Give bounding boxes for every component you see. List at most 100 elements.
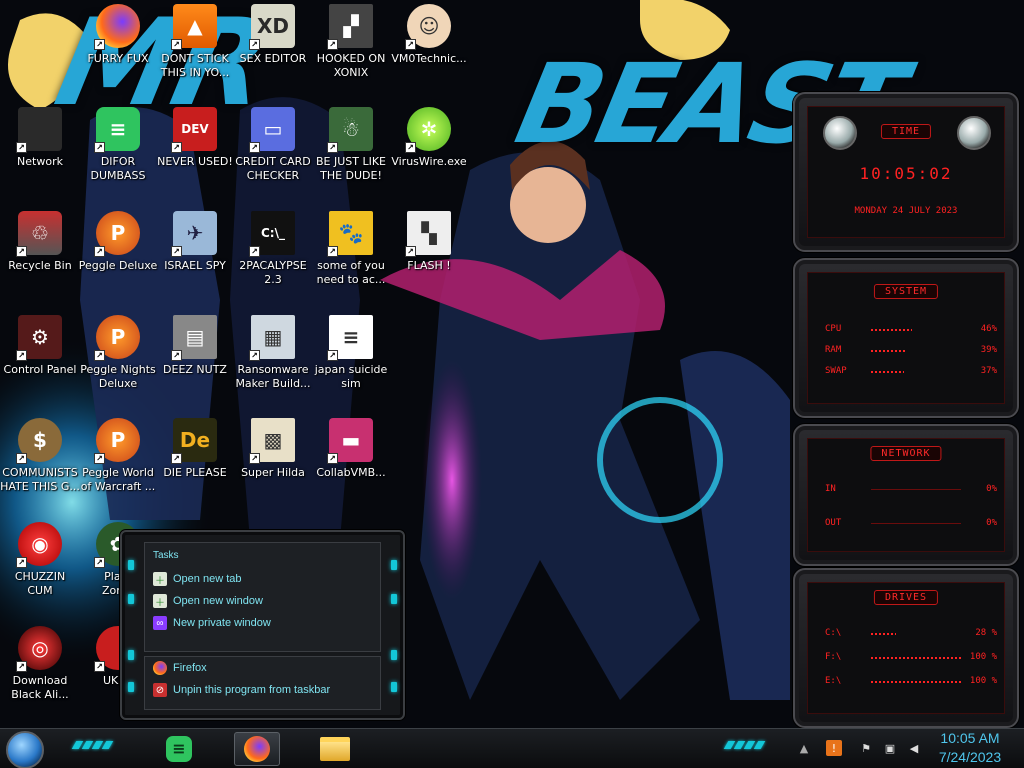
firefox-icon [244,736,270,762]
gadget-row-meter [871,350,906,352]
desktop-icon[interactable]: ↗ FURRY FUX [78,4,158,66]
desktop-icon-label: Recycle Bin [8,259,72,272]
shortcut-arrow-icon: ↗ [249,453,260,464]
taskbar-clock[interactable]: 10:05 AM 7/24/2023 [934,729,1006,767]
jumplist-item-label: Unpin this program from taskbar [173,684,331,696]
gadget-row-value: 100 % [969,676,997,686]
drives-gadget[interactable]: DRIVES C:\ 28 % F:\ 100 % E:\ 100 % [793,568,1019,728]
peggle-icon: P ↗ [94,418,140,464]
jumplist-item[interactable]: ⊘ Unpin this program from taskbar [153,683,330,697]
desktop-icon[interactable]: ✈ ↗ ISRAEL SPY [155,211,235,273]
desktop-icon-label: VirusWire.exe [391,155,467,168]
desktop-icon[interactable]: De ↗ DIE PLEASE [155,418,235,480]
desktop-icon[interactable]: DEV ↗ NEVER USED! [155,107,235,169]
start-button[interactable] [6,731,44,768]
desktop-icon[interactable]: P ↗ Peggle Nights Deluxe [78,315,158,391]
desktop-icon[interactable]: ▞ ↗ HOOKED ON XONIX [311,4,391,80]
folder-icon [320,737,350,761]
desktop-icon[interactable]: ✲ ↗ VirusWire.exe [389,107,469,169]
desktop-icon[interactable]: ▤ ↗ DEEZ NUTZ [155,315,235,377]
taskbar-firefox-button[interactable] [234,732,280,766]
pixel-hilda-icon: ▩ ↗ [249,418,295,464]
desktop-icon[interactable]: $ ↗ COMMUNISTS HATE THIS G... [0,418,80,494]
taskbar-explorer-button[interactable] [312,732,358,766]
shortcut-arrow-icon: ↗ [94,350,105,361]
network-gadget-title: NETWORK [870,446,942,461]
taskbar: ≡ ▲ ! ⚑ ▣ ◀ 10:05 AM 7/24/2023 [0,728,1024,768]
taskbar-discord-button[interactable]: ≡ [156,732,202,766]
network-gadget[interactable]: NETWORK IN 0% OUT 0% [793,424,1019,566]
taskbar-decoration [71,741,114,749]
desktop-icon[interactable]: ▚ ↗ FLASH ! [389,211,469,273]
desktop-icon[interactable]: 🐾 ↗ some of you need to ac... [311,211,391,287]
jumplist-item[interactable]: ＋ Open new tab [153,572,242,587]
shortcut-arrow-icon: ↗ [16,557,27,568]
time-gadget[interactable]: TIME 10:05:02 MONDAY 24 JULY 2023 [793,92,1019,252]
unpin-icon: ⊘ [153,683,167,697]
clock-time: 10:05 AM [940,730,1000,746]
desktop-icon[interactable]: ▭ ↗ CREDIT CARD CHECKER [233,107,313,183]
alien-orb-icon: ◎ ↗ [16,626,62,672]
vlc-cone-icon: ▲ ↗ [171,4,217,50]
spy-icon: ✈ ↗ [171,211,217,257]
desktop-icon[interactable]: ◉ ↗ CHUZZIN CUM [0,522,80,598]
jumplist-item-label: New private window [173,617,271,629]
desktop-icon[interactable]: ♲ ↗ Recycle Bin [0,211,80,273]
network-tray-icon[interactable]: ▣ [882,740,898,756]
desktop-icon[interactable]: P ↗ Peggle Deluxe [78,211,158,273]
flag-icon[interactable]: ! [826,740,842,756]
desktop-icon[interactable]: ☺ ↗ VM0Technic... [389,4,469,66]
system-gadget[interactable]: SYSTEM CPU 46% RAM 39% SWAP 37% [793,258,1019,418]
show-hidden-icon[interactable]: ▲ [796,740,812,756]
action-center-flag-icon[interactable]: ⚑ [858,740,874,756]
flash-icon: ▚ ↗ [405,211,451,257]
desktop-icon[interactable]: ▩ ↗ Super Hilda [233,418,313,480]
gadget-row-value: 0% [986,518,997,528]
system-gadget-title: SYSTEM [873,284,939,299]
desktop-icon[interactable]: ↗ Network [0,107,80,169]
jumplist-item[interactable]: Firefox [153,661,207,675]
firefox-jump-list: Tasks ＋ Open new tab ＋ Open new window ∞ New … [120,530,405,720]
desktop-icon[interactable]: ≡ ↗ japan suicide sim [311,315,391,391]
shortcut-arrow-icon: ↗ [16,142,27,153]
new-tab-icon: ＋ [153,572,167,587]
volume-icon[interactable]: ◀ [906,740,922,756]
private-window-icon: ∞ [153,616,167,630]
shortcut-arrow-icon: ↗ [94,661,105,672]
desktop-icon[interactable]: ▬ ↗ CollabVMB... [311,418,391,480]
doctor-avatar-icon: ☺ ↗ [405,4,451,50]
desktop-icon-label: Ransomware Maker Build... [235,363,311,390]
desktop-icon[interactable]: P ↗ Peggle World of Warcraft ... [78,418,158,494]
shortcut-arrow-icon: ↗ [249,350,260,361]
shortcut-arrow-icon: ↗ [171,142,182,153]
desktop-icon[interactable]: ▲ ↗ DONT STICK THIS IN YO... [155,4,235,80]
jumplist-item[interactable]: ∞ New private window [153,616,271,630]
drives-gadget-title: DRIVES [873,590,939,605]
desktop-icon-label: DONT STICK THIS IN YO... [160,52,230,79]
firefox-icon [153,661,167,675]
jumplist-item[interactable]: ＋ Open new window [153,594,263,609]
desktop-icon-label: HOOKED ON XONIX [316,52,386,79]
shortcut-arrow-icon: ↗ [94,142,105,153]
gadget-row-value: 37% [980,366,997,376]
gadget-row-label: RAM [825,345,842,355]
monitor-icon: ▬ ↗ [327,418,373,464]
desktop-icon-label: FURRY FUX [87,52,149,65]
desktop-icon[interactable]: C:\_ ↗ 2PACALYPSE 2.3 [233,211,313,287]
shortcut-arrow-icon: ↗ [405,39,416,50]
shortcut-arrow-icon: ↗ [94,39,105,50]
gadget-row-label: C:\ [825,628,842,638]
gadget-row-label: CPU [825,324,842,334]
desktop-icon[interactable]: ⚙ ↗ Control Panel [0,315,80,377]
desktop-icon[interactable]: ≡ ↗ DIFOR DUMBASS [78,107,158,183]
gadget-row-meter [871,523,961,524]
peggle-icon: P ↗ [94,211,140,257]
network-icon: ↗ [16,107,62,153]
desktop-icon-label: BE JUST LIKE THE DUDE! [315,155,387,182]
desktop-icon[interactable]: ☃ ↗ BE JUST LIKE THE DUDE! [311,107,391,183]
shortcut-arrow-icon: ↗ [94,246,105,257]
desktop-icon[interactable]: ▦ ↗ Ransomware Maker Build... [233,315,313,391]
desktop-icon[interactable]: XD ↗ SEX EDITOR [233,4,313,66]
discord-icon: ≡ [166,736,192,762]
desktop-icon[interactable]: ◎ ↗ Download Black Ali... [0,626,80,702]
